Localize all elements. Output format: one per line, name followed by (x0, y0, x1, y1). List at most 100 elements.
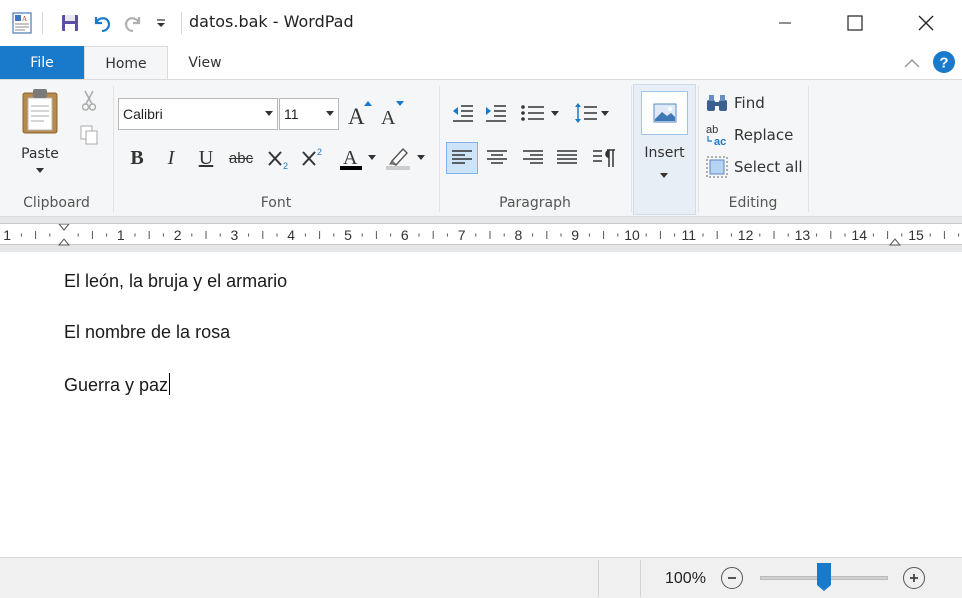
redo-icon[interactable] (120, 10, 146, 36)
document-area[interactable]: El león, la bruja y el armario El nombre… (0, 252, 962, 557)
font-family-select[interactable]: Calibri (118, 98, 278, 130)
tab-file[interactable]: File (0, 46, 84, 79)
title-bar: A datos.bak - WordPad (0, 0, 962, 46)
paragraph-group-label: Paragraph (499, 195, 571, 211)
highlight-button[interactable] (382, 144, 414, 172)
group-separator (113, 86, 114, 212)
font-size-select[interactable]: 11 (279, 98, 339, 130)
first-line-indent-marker[interactable] (58, 224, 70, 231)
font-group-label: Font (260, 195, 292, 211)
justify-icon (557, 150, 577, 164)
ruler-number: 14 (851, 227, 867, 243)
tab-home[interactable]: Home (84, 46, 168, 80)
group-separator (808, 86, 809, 212)
font-color-dropdown-icon[interactable] (367, 152, 377, 164)
ruler-number: 5 (344, 227, 352, 243)
ruler-number: 4 (287, 227, 295, 243)
group-separator (631, 86, 632, 212)
line-spacing-dropdown-icon[interactable] (600, 108, 610, 120)
ruler[interactable]: 1 1 2 3 4 5 6 7 8 9 10 11 12 13 14 15 (0, 223, 962, 246)
zoom-in-button[interactable] (903, 567, 925, 589)
undo-icon[interactable] (89, 10, 115, 36)
document-paragraph-text: Guerra y paz (64, 375, 169, 395)
help-icon[interactable]: ? (932, 50, 956, 74)
cut-icon[interactable] (78, 90, 100, 112)
svg-text:A: A (381, 107, 396, 127)
align-center-button[interactable] (481, 142, 513, 174)
ruler-number: 8 (515, 227, 523, 243)
ruler-number: 7 (458, 227, 466, 243)
group-separator (439, 86, 440, 212)
ruler-number: 1 (3, 227, 11, 243)
font-size-value: 11 (284, 106, 299, 122)
align-left-icon (452, 150, 472, 164)
ruler-number: 3 (231, 227, 239, 243)
font-color-button[interactable]: A (336, 144, 366, 172)
increase-indent-icon (486, 105, 506, 122)
svg-text:A: A (348, 104, 365, 127)
paste-button[interactable]: Paste (14, 88, 66, 184)
line-spacing-button[interactable] (572, 100, 600, 126)
select-all-label: Select all (734, 158, 803, 176)
replace-button[interactable]: ab ac Replace (706, 122, 793, 148)
minimize-button[interactable] (750, 0, 820, 46)
bullet-list-icon (521, 105, 544, 121)
find-label: Find (734, 94, 765, 112)
text-cursor (169, 373, 171, 395)
shrink-font-icon: A (381, 101, 404, 127)
svg-text:2: 2 (283, 161, 288, 170)
paste-icon (22, 89, 58, 134)
decrease-indent-button[interactable] (449, 100, 477, 126)
status-divider (640, 560, 641, 597)
find-button[interactable]: Find (706, 90, 765, 116)
close-button[interactable] (891, 0, 961, 46)
grow-font-button[interactable]: A (344, 98, 374, 128)
zoom-out-button[interactable] (721, 567, 743, 589)
copy-icon[interactable] (78, 124, 100, 146)
paragraph-settings-button[interactable] (588, 142, 620, 174)
maximize-button[interactable] (820, 0, 890, 46)
superscript-button[interactable]: 2 (298, 144, 328, 172)
collapse-ribbon-icon[interactable] (900, 52, 924, 74)
wordpad-app-icon[interactable]: A (9, 10, 35, 36)
italic-button[interactable]: I (156, 144, 186, 172)
zoom-slider-thumb[interactable] (817, 563, 831, 591)
right-indent-marker[interactable] (888, 238, 902, 246)
chevron-down-icon (660, 173, 668, 178)
underline-button[interactable]: U (191, 144, 221, 172)
select-all-button[interactable]: Select all (706, 154, 803, 180)
left-indent-marker[interactable] (57, 238, 71, 246)
save-icon[interactable] (57, 10, 83, 36)
paste-label: Paste (21, 146, 59, 162)
shrink-font-button[interactable]: A (376, 98, 406, 128)
chevron-down-icon (265, 111, 273, 116)
subscript-icon: 2 (268, 151, 288, 170)
highlight-dropdown-icon[interactable] (416, 152, 426, 164)
status-divider (598, 560, 599, 597)
decrease-indent-icon (453, 105, 473, 122)
subscript-button[interactable]: 2 (264, 144, 294, 172)
insert-button[interactable]: Insert (633, 84, 696, 215)
bold-button[interactable]: B (122, 144, 152, 172)
divider (42, 12, 43, 34)
paragraph-mark-icon (593, 149, 615, 167)
strikethrough-button[interactable]: abc (226, 144, 256, 172)
bullet-list-dropdown-icon[interactable] (550, 108, 560, 120)
document-paragraph[interactable]: El nombre de la rosa (64, 322, 230, 343)
status-bar: 100% (0, 557, 962, 598)
svg-text:ab: ab (706, 124, 718, 136)
align-right-button[interactable] (517, 142, 549, 174)
document-paragraph[interactable]: Guerra y paz (64, 373, 171, 396)
zoom-level: 100% (665, 570, 706, 587)
svg-text:?: ? (939, 55, 948, 72)
ribbon-tab-bar: File Home View ? (0, 46, 962, 80)
align-left-button[interactable] (446, 142, 478, 174)
justify-button[interactable] (551, 142, 583, 174)
svg-text:A: A (22, 15, 27, 23)
bullet-list-button[interactable] (518, 100, 548, 126)
document-paragraph[interactable]: El león, la bruja y el armario (64, 271, 287, 292)
increase-indent-button[interactable] (482, 100, 510, 126)
tab-view[interactable]: View (168, 46, 242, 79)
svg-text:2: 2 (317, 147, 322, 157)
customize-quick-access-icon[interactable] (148, 10, 174, 36)
